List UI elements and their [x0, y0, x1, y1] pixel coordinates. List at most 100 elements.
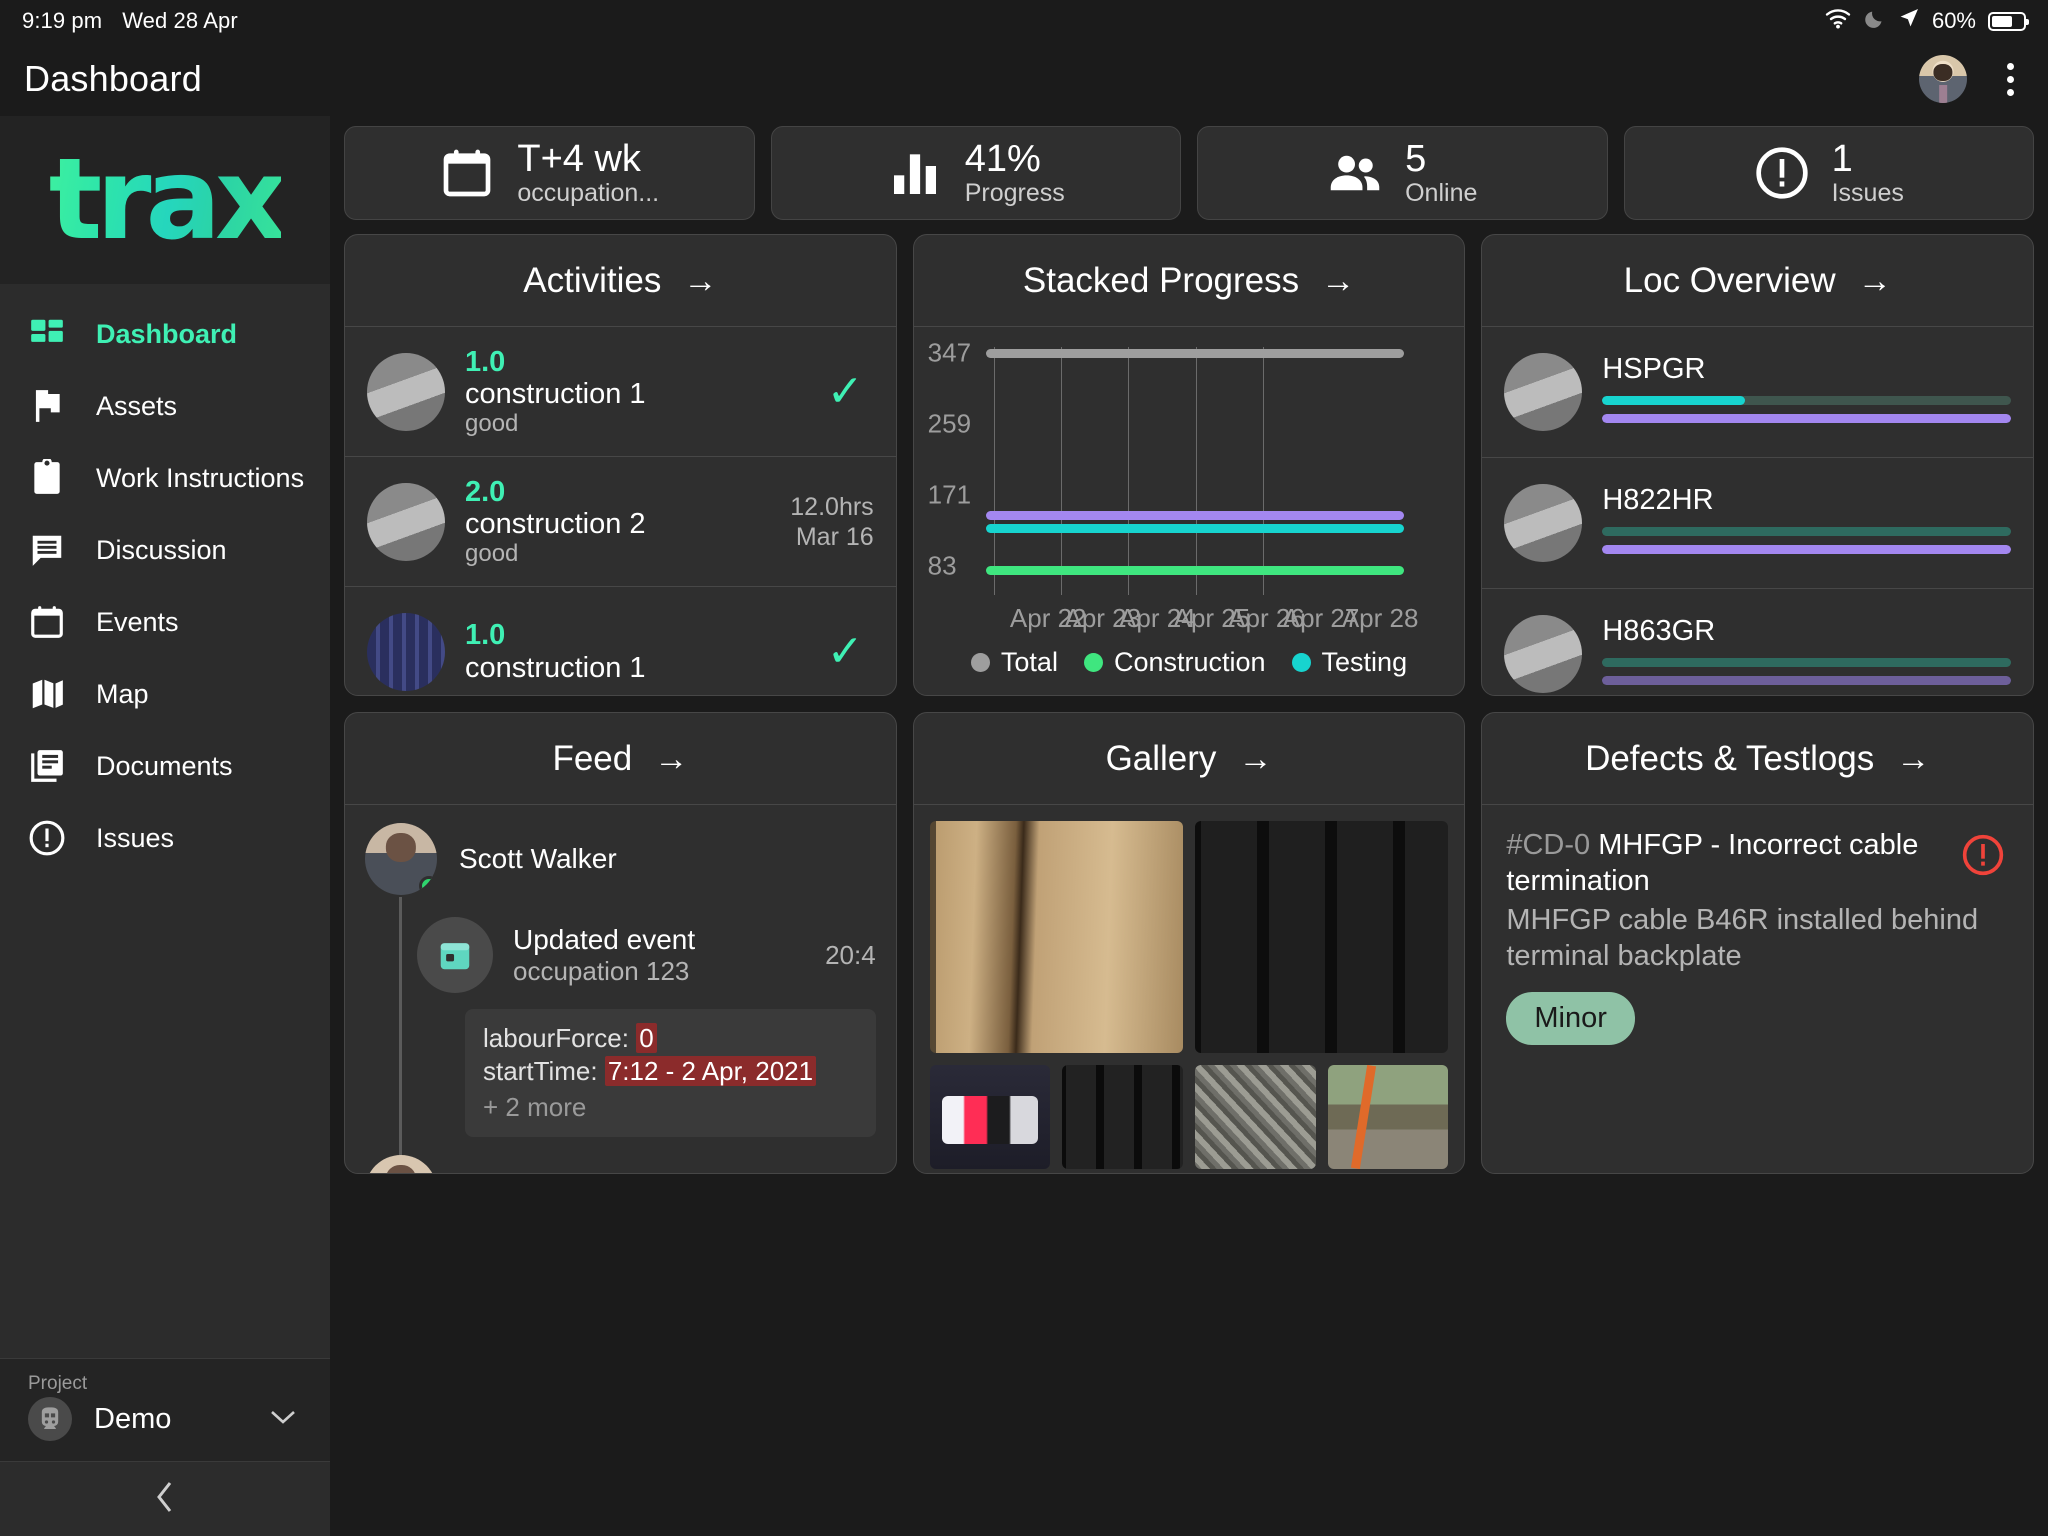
arrow-right-icon[interactable]: →	[683, 264, 717, 298]
diff-value: 7:12 - 2 Apr, 2021	[604, 1055, 817, 1086]
wifi-icon	[1824, 7, 1852, 35]
check-icon: ✓	[826, 626, 864, 676]
battery-percent: 60%	[1931, 8, 1976, 33]
activity-state: good	[465, 409, 519, 437]
activity-thumbnail	[367, 612, 445, 691]
loc-row[interactable]: H863GR	[1482, 589, 2033, 695]
legend-item-construction[interactable]: Construction	[1083, 647, 1266, 678]
chart-plot-area	[985, 347, 1405, 595]
gallery-tile[interactable]	[929, 821, 1184, 1053]
sidebar-collapse-button[interactable]	[0, 1462, 330, 1536]
gallery-tile[interactable]	[1195, 1065, 1316, 1169]
feed-event[interactable]: Updated event occupation 123 20:4	[417, 917, 876, 993]
ios-status-bar: 9:19 pm Wed 28 Apr 60%	[0, 0, 2048, 42]
activity-thumbnail	[367, 482, 445, 561]
sidebar-item-dashboard[interactable]: Dashboard	[0, 298, 330, 370]
gallery-card: Gallery →	[912, 712, 1466, 1174]
sidebar-item-label: Work Instructions	[96, 462, 305, 493]
feed-user[interactable]: Jaron Farquhar	[365, 1154, 876, 1173]
defect-item[interactable]: #CD-0 MHFGP - Incorrect cable terminatio…	[1482, 805, 2033, 1045]
card-title: Activities	[523, 260, 662, 300]
kebab-menu-icon[interactable]	[1997, 57, 2024, 102]
loc-row[interactable]: HSPGR	[1482, 327, 2034, 458]
avatar[interactable]	[1919, 55, 1967, 103]
activity-row[interactable]: 1.0 construction 1 good ✓	[345, 327, 896, 457]
activities-header[interactable]: Activities →	[345, 235, 896, 327]
sidebar-item-discussion[interactable]: Discussion	[0, 514, 330, 586]
kpi-value: 5	[1405, 137, 1427, 180]
app-logo: trax	[0, 116, 330, 284]
moon-icon	[1864, 7, 1886, 35]
loc-row[interactable]: H822HR	[1482, 458, 2034, 589]
feed-user[interactable]: Scott Walker	[365, 823, 876, 895]
activity-hours: 12.0hrs	[790, 492, 874, 521]
stacked-progress-chart[interactable]: 347 259 171 83 Apr 22 Apr 23 Apr 24 Apr …	[927, 337, 1449, 639]
gallery-tile[interactable]	[929, 1065, 1051, 1169]
logo-text: trax	[48, 135, 288, 265]
arrow-right-icon[interactable]: →	[1238, 742, 1272, 776]
series-testing	[985, 524, 1405, 533]
app-screen: 9:19 pm Wed 28 Apr 60% Dashboard trax Da…	[0, 0, 2048, 1536]
gallery-tile[interactable]	[1327, 1065, 1449, 1169]
project-selector[interactable]: Project Demo	[0, 1359, 330, 1461]
legend-item-total[interactable]: Total	[970, 647, 1058, 678]
gallery-header[interactable]: Gallery →	[913, 713, 1465, 805]
legend-label: Construction	[1113, 647, 1266, 677]
loc-overview-card: Loc Overview → HSPGR H822HR H863GR	[1481, 234, 2035, 696]
y-tick-label: 171	[927, 479, 972, 510]
activities-card: Activities → 1.0 construction 1 good ✓ 2…	[344, 234, 897, 696]
activity-number: 2.0	[465, 475, 506, 508]
diff-more[interactable]: + 2 more	[483, 1091, 858, 1124]
project-label: Project	[28, 1373, 88, 1394]
loc-name: H822HR	[1602, 483, 1714, 516]
activity-thumbnail	[367, 352, 445, 431]
kpi-value: 41%	[964, 137, 1041, 180]
avatar	[365, 823, 437, 895]
alert-circle-icon	[1961, 833, 2005, 882]
activity-row[interactable]: 1.0 construction 1 ✓	[345, 587, 896, 695]
feed-event-subtitle: occupation 123	[513, 956, 690, 987]
sidebar-nav: Dashboard Assets Work Instructions Discu…	[0, 284, 330, 1358]
sidebar-item-work-instructions[interactable]: Work Instructions	[0, 442, 330, 514]
stacked-progress-header[interactable]: Stacked Progress →	[913, 235, 1465, 327]
card-title: Gallery	[1105, 738, 1217, 778]
kpi-issues[interactable]: 1 Issues	[1623, 126, 2034, 220]
arrow-right-icon[interactable]: →	[1321, 264, 1355, 298]
sidebar-item-events[interactable]: Events	[0, 586, 330, 658]
feed-event-time: 20:4	[825, 939, 876, 970]
defects-header[interactable]: Defects & Testlogs →	[1482, 713, 2034, 805]
feed-header[interactable]: Feed →	[345, 713, 896, 805]
card-title: Defects & Testlogs	[1585, 738, 1875, 778]
sidebar-item-label: Events	[96, 606, 179, 637]
activity-row[interactable]: 2.0 construction 2 good 12.0hrs Mar 16	[345, 457, 896, 587]
gallery-tile[interactable]	[1195, 821, 1449, 1053]
y-tick-label: 347	[927, 337, 972, 368]
arrow-right-icon[interactable]: →	[1858, 264, 1892, 298]
alert-circle-icon	[1754, 145, 1810, 201]
calendar-icon	[28, 603, 66, 641]
feed-diff: labourForce: 0 startTime: 7:12 - 2 Apr, …	[465, 1009, 876, 1137]
kpi-online[interactable]: 5 Online	[1197, 126, 1608, 220]
diff-key: labourForce:	[483, 1023, 637, 1053]
defect-description: MHFGP cable B46R installed behind termin…	[1506, 903, 1979, 972]
kpi-progress[interactable]: 41% Progress	[770, 126, 1181, 220]
legend-item-ctcs[interactable]: CTCs	[1140, 690, 1239, 695]
loc-progress-teal	[1602, 657, 2012, 667]
arrow-right-icon[interactable]: →	[654, 742, 688, 776]
legend-item-testing[interactable]: Testing	[1291, 647, 1407, 678]
chevron-down-icon[interactable]	[270, 1409, 296, 1430]
sidebar-item-documents[interactable]: Documents	[0, 730, 330, 802]
documents-icon	[28, 747, 66, 785]
sidebar-item-map[interactable]: Map	[0, 658, 330, 730]
kpi-occupation[interactable]: T+4 wk occupation...	[344, 126, 755, 220]
check-icon: ✓	[826, 366, 864, 416]
gallery-tile[interactable]	[1062, 1065, 1184, 1169]
loc-progress-teal	[1602, 395, 2012, 405]
sidebar-item-assets[interactable]: Assets	[0, 370, 330, 442]
arrow-right-icon[interactable]: →	[1896, 742, 1930, 776]
stacked-progress-card: Stacked Progress → 347 259 171 83 Apr 22…	[912, 234, 1466, 696]
sidebar-item-issues[interactable]: Issues	[0, 802, 330, 874]
loc-overview-header[interactable]: Loc Overview →	[1482, 235, 2034, 327]
loc-progress-purple	[1602, 544, 2012, 554]
feed-user-name: Scott Walker	[459, 843, 617, 874]
